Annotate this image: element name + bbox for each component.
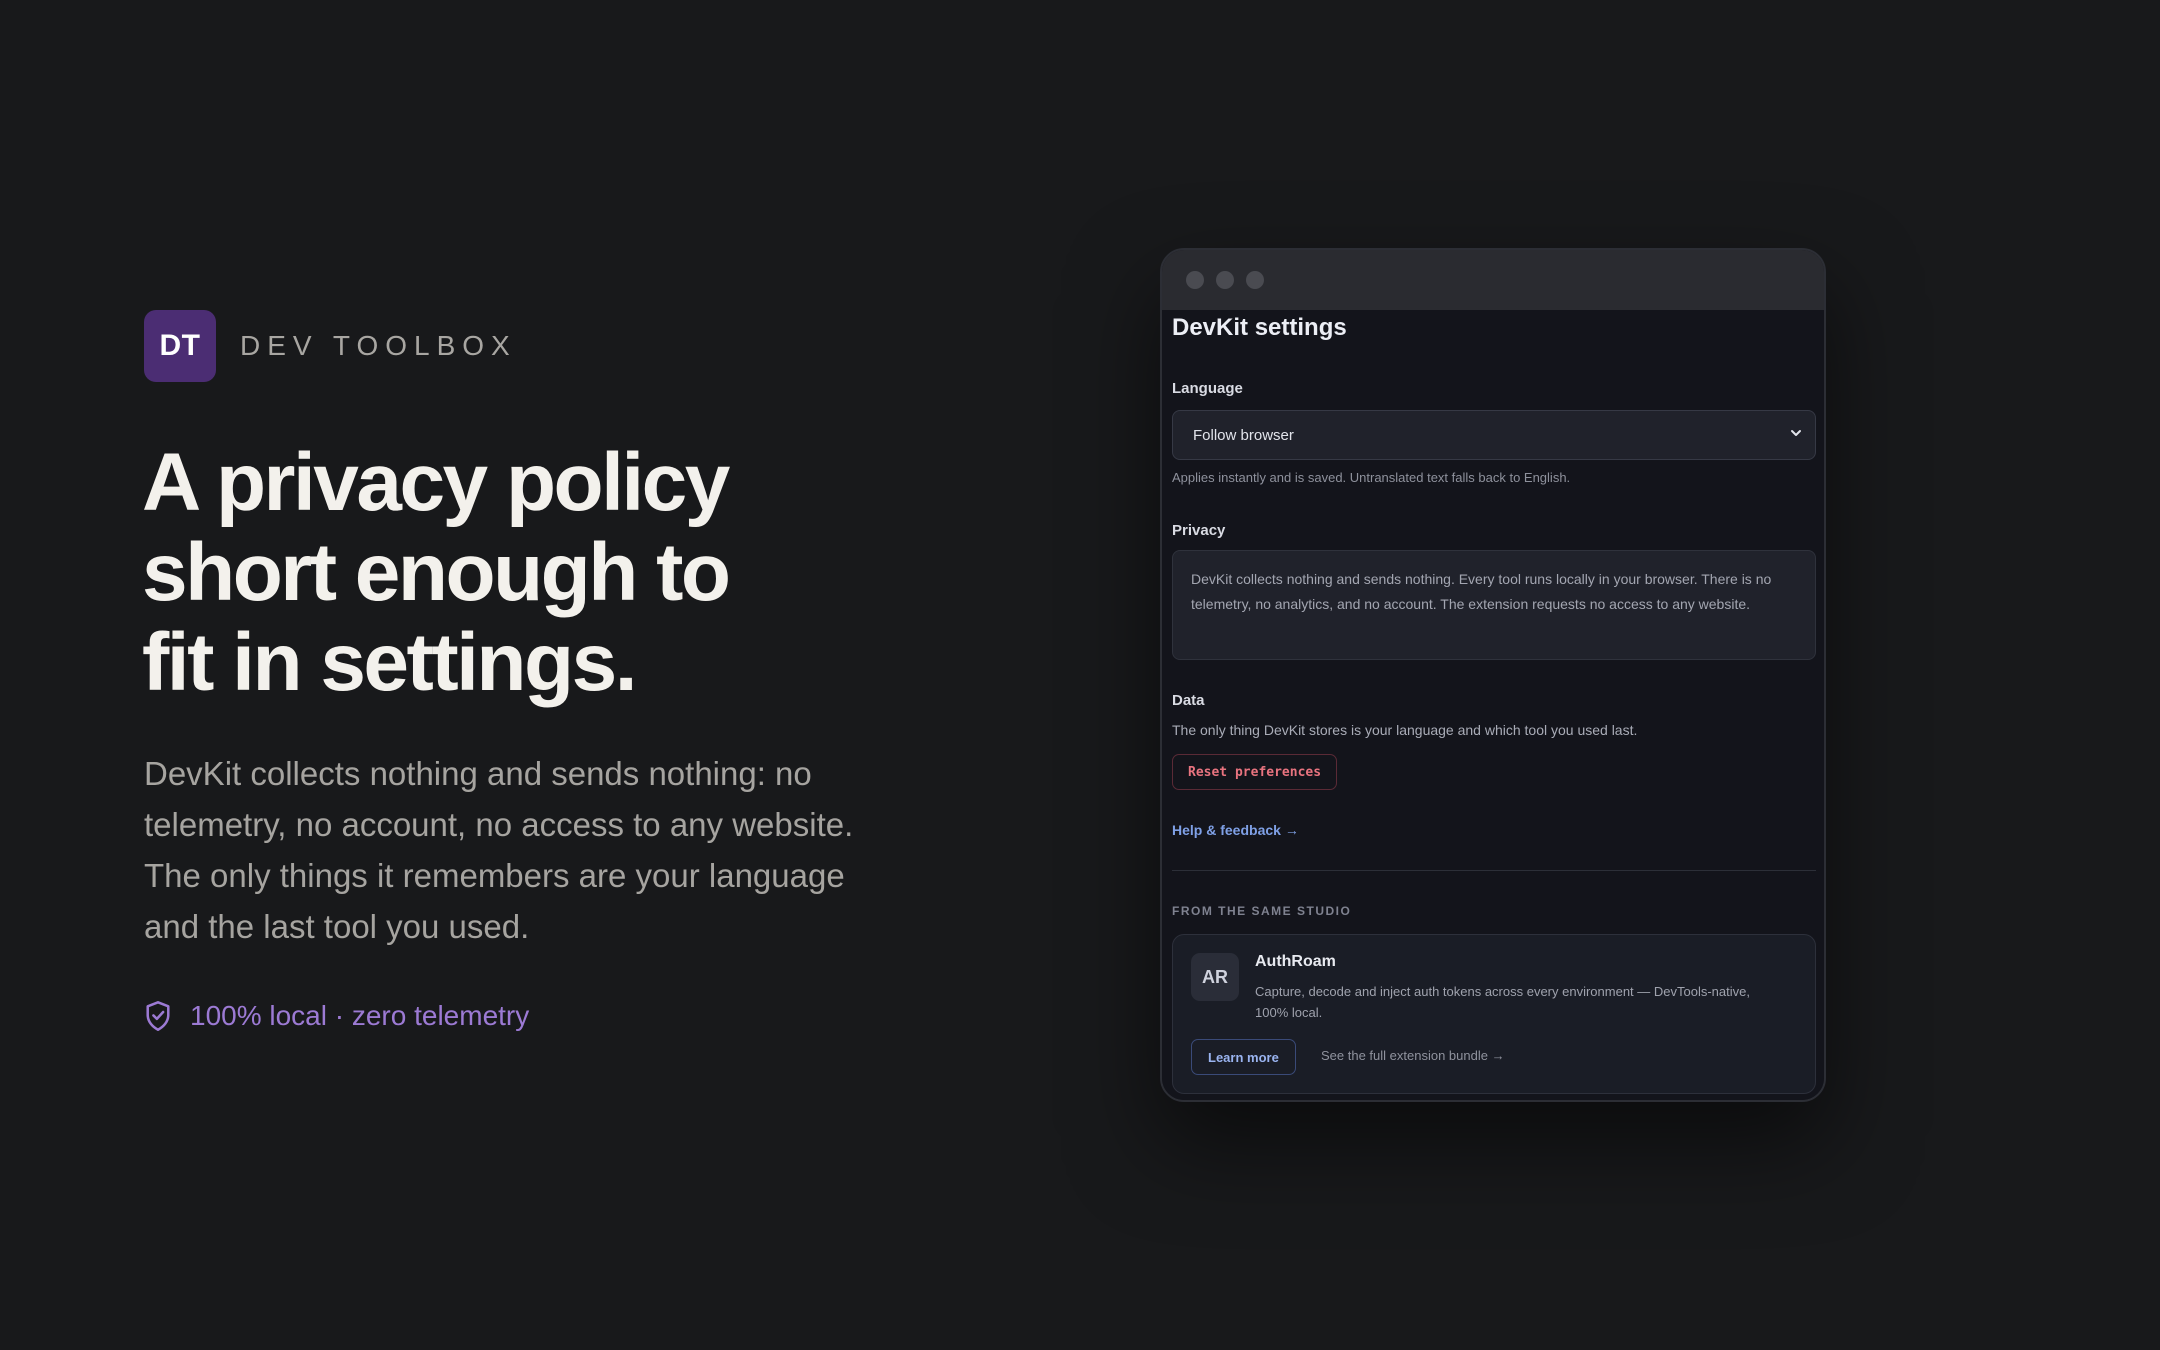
settings-title: DevKit settings <box>1172 314 1347 341</box>
language-select[interactable]: Follow browser <box>1172 410 1816 460</box>
brand: DT DEV TOOLBOX <box>144 310 517 382</box>
app-name: AuthRoam <box>1255 953 1336 970</box>
divider <box>1172 870 1816 871</box>
headline-line-2: short enough to <box>142 527 731 618</box>
window-titlebar <box>1162 250 1824 310</box>
data-description: The only thing DevKit stores is your lan… <box>1172 722 1638 738</box>
lede: DevKit collects nothing and sends nothin… <box>144 755 854 945</box>
browser-window: DevKit settings Language Follow browser … <box>1160 248 1826 1102</box>
settings-panel: DevKit settings Language Follow browser … <box>1162 310 1824 1100</box>
headline: A privacy policy short enough to fit in … <box>142 438 842 708</box>
app-description: Capture, decode and inject auth tokens a… <box>1255 984 1750 1020</box>
privacy-label: Privacy <box>1172 522 1226 539</box>
badge-text: 100% local · zero telemetry <box>190 1000 530 1031</box>
language-select-value: Follow browser <box>1193 426 1294 444</box>
data-label: Data <box>1172 692 1205 709</box>
privacy-text-box: DevKit collects nothing and sends nothin… <box>1172 550 1816 660</box>
studio-section-label: FROM THE SAME STUDIO <box>1172 904 1352 918</box>
extension-bundle-link[interactable]: See the full extension bundle → <box>1321 1048 1505 1063</box>
window-zoom-dot[interactable] <box>1246 271 1264 289</box>
learn-more-button[interactable]: Learn more <box>1191 1039 1296 1075</box>
language-hint: Applies instantly and is saved. Untransl… <box>1172 470 1571 485</box>
language-label: Language <box>1172 380 1243 397</box>
shield-check-icon <box>146 1001 170 1031</box>
brand-logo: DT <box>144 310 216 382</box>
headline-line-1: A privacy policy <box>142 437 730 528</box>
headline-line-3: fit in settings. <box>142 617 638 708</box>
privacy-badge: 100% local · zero telemetry <box>144 1000 529 1032</box>
brand-name: DEV TOOLBOX <box>240 330 517 361</box>
promo-card: AR AuthRoam Capture, decode and inject a… <box>1172 934 1816 1094</box>
reset-preferences-button[interactable]: Reset preferences <box>1172 754 1338 790</box>
help-feedback-link[interactable]: Help & feedback → <box>1172 822 1299 838</box>
window-close-dot[interactable] <box>1186 271 1204 289</box>
window-minimize-dot[interactable] <box>1216 271 1234 289</box>
chevron-down-icon <box>1791 430 1801 436</box>
app-avatar: AR <box>1191 953 1239 1001</box>
